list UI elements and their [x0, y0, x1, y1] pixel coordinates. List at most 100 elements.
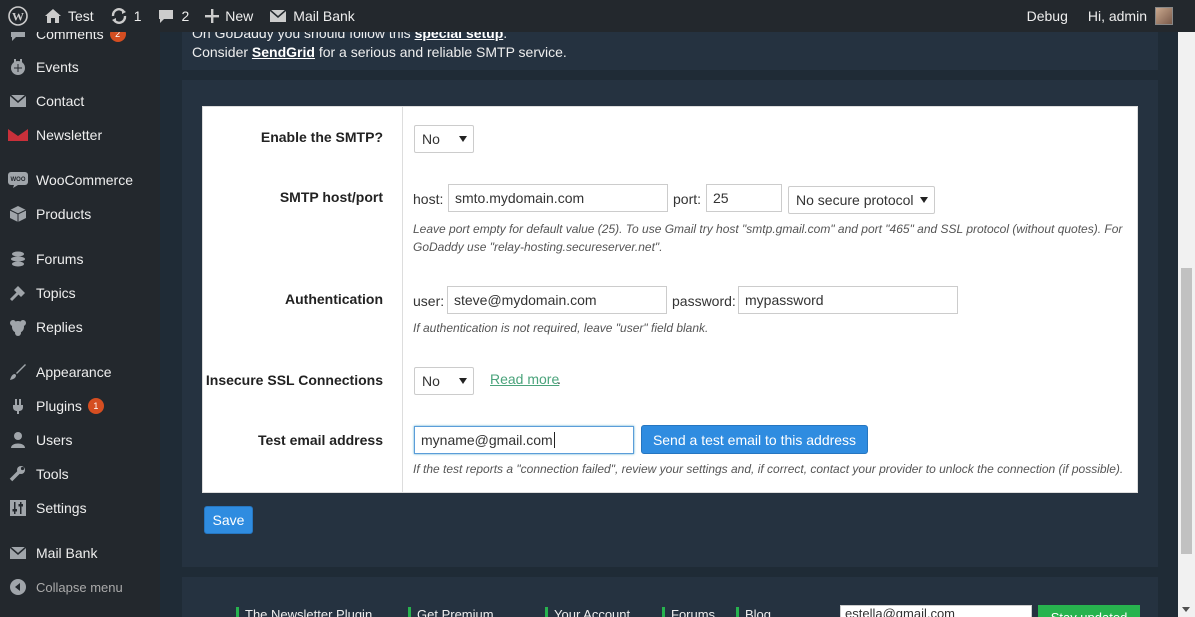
footer-tab-newsletter-plugin[interactable]: The Newsletter Plugin: [236, 607, 372, 617]
test-email-value: myname@gmail.com: [421, 432, 553, 448]
sidebar-item-products[interactable]: Products: [0, 197, 160, 231]
footer-email-input[interactable]: estella@gmail.com: [840, 605, 1032, 617]
sidebar-item-label: Newsletter: [36, 127, 103, 143]
box-icon: [0, 205, 36, 223]
password-label: password:: [672, 293, 736, 309]
sidebar-item-label: Contact: [36, 93, 85, 109]
footer-tab-blog[interactable]: Blog: [736, 607, 771, 617]
sidebar-item-forums[interactable]: Forums: [0, 242, 160, 276]
smtp-user-input[interactable]: steve@mydomain.com: [447, 286, 667, 314]
insecure-ssl-select[interactable]: No: [414, 367, 474, 395]
newsletter-footer: The Newsletter Plugin Get Premium Your A…: [182, 577, 1158, 617]
insecure-ssl-label: Insecure SSL Connections: [205, 372, 383, 388]
sidebar-item-label: Appearance: [36, 364, 112, 380]
envelope-icon: [0, 94, 36, 108]
collapse-menu-button[interactable]: Collapse menu: [0, 570, 160, 604]
smtp-settings-table: Enable the SMTP? No SMTP host/port host:…: [202, 106, 1138, 493]
save-button[interactable]: Save: [204, 506, 253, 534]
send-test-email-button[interactable]: Send a test email to this address: [641, 425, 868, 454]
smtp-host-port-label: SMTP host/port: [279, 189, 383, 205]
sidebar-item-woocommerce[interactable]: WOO WooCommerce: [0, 163, 160, 197]
greeting-label: Hi, admin: [1087, 8, 1147, 24]
updates-link[interactable]: 1: [102, 0, 150, 32]
mail-bank-link[interactable]: Mail Bank: [261, 0, 362, 32]
admin-bar: W Test 1 2 New Mail Bank Debug Hi, admin: [0, 0, 1195, 32]
plug-icon: [0, 397, 36, 415]
port-label: port:: [673, 191, 702, 207]
svg-text:WOO: WOO: [11, 177, 26, 183]
debug-link[interactable]: Debug: [1019, 0, 1076, 32]
sidebar-item-topics[interactable]: Topics: [0, 276, 160, 310]
user-label: user:: [413, 293, 445, 309]
text-cursor: [553, 432, 555, 448]
plugins-badge: 1: [87, 398, 104, 414]
envelope-icon: [269, 9, 287, 23]
sendgrid-link[interactable]: SendGrid: [252, 44, 315, 60]
account-menu[interactable]: Hi, admin: [1080, 0, 1195, 32]
footer-tab-your-account[interactable]: Your Account: [545, 607, 630, 617]
sidebar-item-mail-bank[interactable]: Mail Bank: [0, 536, 160, 570]
read-more-link[interactable]: Read more: [490, 371, 559, 387]
sidebar-item-tools[interactable]: Tools: [0, 457, 160, 491]
sidebar-item-newsletter[interactable]: Newsletter: [0, 118, 160, 152]
comments-link[interactable]: 2: [149, 0, 197, 32]
collapse-icon: [0, 579, 36, 595]
authentication-label: Authentication: [285, 291, 383, 307]
footer-tab-forums[interactable]: Forums: [662, 607, 715, 617]
sidebar-item-label: Users: [36, 432, 73, 448]
sidebar-item-label: Events: [36, 59, 79, 75]
sidebar-item-label: Products: [36, 206, 92, 222]
smtp-host-value: smto.mydomain.com: [455, 190, 585, 206]
chevron-down-icon: [459, 136, 467, 142]
new-content-link[interactable]: New: [197, 0, 261, 32]
avatar: [1155, 7, 1173, 25]
smtp-port-input[interactable]: 25: [706, 184, 782, 212]
sidebar-item-settings[interactable]: Settings: [0, 491, 160, 525]
auth-help-text: If authentication is not required, leave…: [413, 321, 709, 335]
sidebar-item-label: Tools: [36, 466, 69, 482]
smtp-host-input[interactable]: smto.mydomain.com: [448, 184, 668, 212]
host-help-text: Leave port empty for default value (25).…: [413, 220, 1133, 256]
sidebar-item-comments[interactable]: Comments 2: [0, 32, 160, 51]
sidebar-item-replies[interactable]: Replies: [0, 310, 160, 344]
sidebar-item-label: Comments: [36, 32, 104, 42]
footer-tab-get-premium[interactable]: Get Premium: [408, 607, 494, 617]
plus-icon: [205, 9, 220, 23]
test-help-text: If the test reports a "connection failed…: [413, 462, 1124, 476]
sidebar-item-label: Settings: [36, 500, 87, 516]
sidebar-item-plugins[interactable]: Plugins 1: [0, 389, 160, 423]
wordpress-logo-icon[interactable]: W: [0, 0, 36, 32]
smtp-password-input[interactable]: mypassword: [738, 286, 958, 314]
topics-icon: [0, 284, 36, 302]
secure-protocol-select[interactable]: No secure protocol: [788, 186, 935, 214]
comments-icon: [0, 32, 36, 42]
site-name-link[interactable]: Test: [36, 0, 102, 32]
page-scrollbar[interactable]: [1178, 32, 1195, 617]
sidebar-item-events[interactable]: Events: [0, 50, 160, 84]
secure-protocol-value: No secure protocol: [796, 192, 914, 208]
envelope-icon: [0, 546, 36, 560]
sidebar-item-label: WooCommerce: [36, 172, 133, 188]
sidebar-item-label: Topics: [36, 285, 76, 301]
scrollbar-thumb[interactable]: [1181, 268, 1192, 554]
notice-text: for a serious and reliable SMTP service.: [314, 44, 567, 60]
sidebar-item-label: Replies: [36, 319, 83, 335]
enable-smtp-select[interactable]: No: [414, 125, 474, 153]
stay-updated-button[interactable]: Stay updated: [1038, 605, 1140, 617]
smtp-port-value: 25: [713, 190, 729, 206]
calendar-icon: [0, 58, 36, 76]
refresh-icon: [110, 7, 128, 25]
user-icon: [0, 431, 36, 449]
sidebar-item-label: Plugins: [36, 398, 82, 414]
enable-smtp-label: Enable the SMTP?: [260, 129, 383, 145]
test-email-input[interactable]: myname@gmail.com: [414, 426, 634, 454]
sidebar-item-contact[interactable]: Contact: [0, 84, 160, 118]
forums-icon: [0, 250, 36, 268]
smtp-password-value: mypassword: [745, 292, 824, 308]
sidebar-item-users[interactable]: Users: [0, 423, 160, 457]
host-help-line-2: GoDaddy use "relay-hosting.secureserver.…: [413, 240, 663, 254]
scroll-down-arrow-icon[interactable]: [1182, 607, 1190, 612]
chevron-down-icon: [920, 197, 928, 203]
sidebar-item-appearance[interactable]: Appearance: [0, 355, 160, 389]
new-label: New: [225, 8, 254, 24]
